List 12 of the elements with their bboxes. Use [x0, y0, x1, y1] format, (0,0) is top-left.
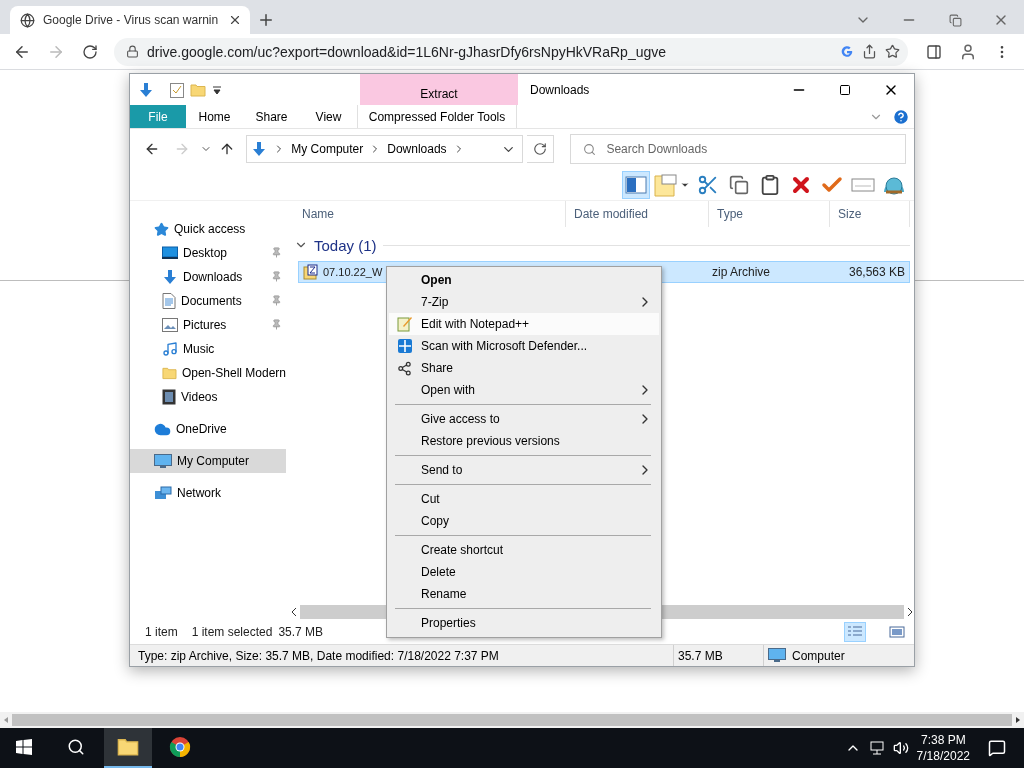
file-size: 36,563 KB	[848, 265, 905, 279]
details-location: Computer	[792, 648, 845, 663]
file-type: zip Archive	[712, 265, 771, 279]
file-name: 07.10.22_W	[323, 266, 383, 278]
window-title: Downloads	[529, 81, 591, 99]
context-tab-header: Extract	[360, 74, 518, 105]
selection-count: 1 item selected	[191, 625, 273, 639]
selection-size: 35.7 MB	[278, 625, 324, 639]
group-title: Today (1)	[314, 236, 377, 254]
details-text: Type: zip Archive, Size: 35.7 MB, Date modified: 7/18/2022 7:37 PM	[138, 648, 499, 663]
item-count: 1 item	[145, 625, 178, 639]
details-size: 35.7 MB	[678, 648, 723, 663]
